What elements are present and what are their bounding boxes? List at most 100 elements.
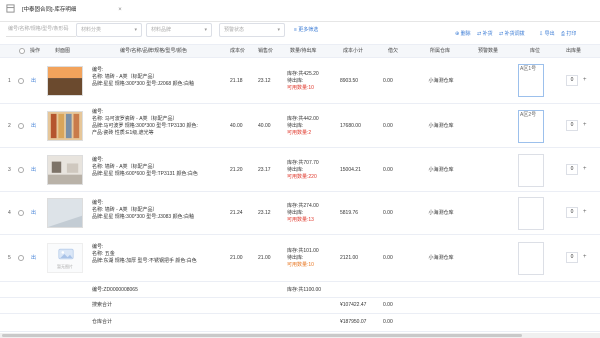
print-button[interactable]: ⎙ 打印 [561, 29, 576, 39]
location-input[interactable]: A区1号 [518, 64, 544, 97]
warning-select[interactable]: 预警状态 ▾ [219, 23, 285, 37]
warehouse-name: 小海测仓库 [428, 255, 454, 261]
row-action-link[interactable]: 出 [31, 167, 36, 174]
info-line: 编号: [92, 157, 104, 163]
image-icon [58, 248, 74, 260]
warehouse-set-button[interactable]: ⇄ 补货调拨 [499, 29, 525, 39]
sale-price: 23.12 [258, 210, 271, 216]
row-action-link[interactable]: 出 [31, 123, 36, 130]
plus-icon[interactable]: + [583, 254, 587, 261]
select-all-radio[interactable] [19, 48, 25, 54]
row-radio[interactable] [18, 255, 24, 261]
summary-loan: 0.00 [383, 319, 393, 325]
location-input[interactable] [518, 154, 544, 187]
plus-icon[interactable]: + [583, 209, 587, 216]
issue-qty-input[interactable]: 0 [566, 120, 578, 131]
tab-title[interactable]: [中泰固合同]-库存明细 [22, 6, 76, 15]
more-filters-button[interactable]: ≡ 更多筛选 [294, 23, 338, 37]
table-row[interactable]: 1 出 编号: 名称: 墙砖 - A类（标配产品） 品牌:星星 规格:300*3… [0, 58, 600, 104]
delete-button[interactable]: ⊕ 删除 [455, 29, 471, 39]
row-action-link[interactable]: 出 [31, 255, 36, 262]
scrollbar-thumb[interactable] [2, 334, 522, 337]
loan-value: 0.00 [383, 123, 393, 129]
plus-icon[interactable]: + [583, 77, 587, 84]
tab-bar: [中泰固合同]-库存明细 × [0, 0, 600, 22]
col-image: 封面图 [55, 48, 71, 54]
issue-qty-input[interactable]: 0 [566, 164, 578, 175]
home-icon[interactable] [6, 4, 15, 13]
issue-qty-input[interactable]: 0 [566, 252, 578, 263]
product-thumbnail [47, 66, 83, 96]
product-thumbnail [47, 198, 83, 228]
split-button[interactable]: ⇄ 补货 [477, 29, 493, 39]
row-action-link[interactable]: 出 [31, 78, 36, 85]
loan-value: 0.00 [383, 255, 393, 261]
horizontal-scrollbar[interactable] [0, 333, 600, 338]
chevron-down-icon: ▾ [134, 27, 137, 33]
issue-qty-input[interactable]: 0 [566, 207, 578, 218]
summary-cost-total: ¥187950.07 [340, 319, 367, 325]
col-warehouse: 所属仓库 [430, 48, 451, 54]
table-row[interactable]: 编号:ZD0000008065 库存:共1100.00 [0, 282, 600, 298]
plus-icon[interactable]: + [583, 166, 587, 173]
brand-select[interactable]: 材料品牌 ▾ [146, 23, 212, 37]
product-info: 编号:ZD0000008065 [92, 287, 230, 294]
stock-available: 可用数量:10 [287, 85, 314, 91]
summary-cost-total: ¥107422.47 [340, 302, 367, 308]
col-cost-total: 成本小计 [343, 48, 364, 54]
info-line: 名称: 墙砖 - A类（标配产品） [92, 74, 158, 80]
chevron-down-icon: ▾ [204, 27, 207, 33]
info-line: 品牌:星星 规格:600*600 型号:TP3131 颜色:白色 [92, 171, 198, 177]
inventory-page: [中泰固合同]-库存明细 × 编号/名称/规格/型号/条形码 材料分类 ▾ 材料… [0, 0, 600, 338]
info-line: 品牌:东湖 规格:加厚 型号:不锈钢把手 颜色:白色 [92, 258, 197, 264]
location-input[interactable]: A区2号 [518, 110, 544, 143]
row-radio[interactable] [18, 78, 24, 84]
stock-total: 库存:共707.70 [287, 160, 319, 166]
stock-available: 可用数量:10 [287, 262, 314, 268]
cost-total: 5819.76 [340, 210, 359, 216]
warehouse-set-label: 补货调拨 [504, 31, 525, 37]
close-icon[interactable]: × [115, 6, 125, 15]
col-op: 操作 [30, 48, 41, 54]
row-radio[interactable] [18, 123, 24, 129]
warehouse-name: 小海测仓库 [428, 210, 454, 216]
product-info: 编号: 名称: 马可波罗瓷砖 - A类（标配产品） 品牌:马可波罗 规格:300… [92, 109, 230, 137]
info-line: 编号: [92, 244, 104, 250]
loan-value: 0.00 [383, 78, 393, 84]
row-index: 1 [8, 78, 11, 84]
product-info: 编号: 名称: 墙砖 - A类（标配产品） 品牌:星星 规格:300*300 型… [92, 67, 230, 88]
col-cost: 成本价 [230, 48, 246, 54]
location-input[interactable] [518, 197, 544, 230]
issue-qty-input[interactable]: 0 [566, 75, 578, 86]
info-line: 编号: [92, 200, 104, 206]
row-action-link[interactable]: 出 [31, 210, 36, 217]
plus-icon[interactable]: + [583, 122, 587, 129]
cost-total: 17680.00 [340, 123, 361, 129]
export-button[interactable]: ⇩ 导出 [539, 29, 555, 39]
category-select[interactable]: 材料分类 ▾ [76, 23, 142, 37]
row-radio[interactable] [18, 167, 24, 173]
product-thumbnail [47, 111, 83, 141]
search-input[interactable]: 编号/名称/规格/型号/条形码 [6, 23, 76, 37]
table-row[interactable]: 3 出 编号: 名称: 墙砖 - A类（标配产品） 品牌:星星 规格:600*6… [0, 148, 600, 192]
stock-pending: 待出库: [287, 210, 304, 216]
search-total-row: 搜索合计 ¥107422.47 0.00 [0, 298, 600, 314]
col-stock: 数量/待出库 [290, 48, 317, 54]
sale-price: 40.00 [258, 123, 271, 129]
cost-total: 2121.00 [340, 255, 359, 261]
info-line: 编号: [92, 109, 104, 115]
location-input[interactable] [518, 242, 544, 275]
loan-value: 0.00 [383, 210, 393, 216]
sale-price: 23.17 [258, 167, 271, 173]
warehouse-name: 小海测仓库 [428, 123, 454, 129]
toolbar-actions: ⊕ 删除 ⇄ 补货 ⇄ 补货调拨 ⇩ 导出 ⎙ 打印 [455, 29, 600, 39]
row-radio[interactable] [18, 210, 24, 216]
no-image-label: 暂无图片 [57, 264, 73, 269]
cost-price: 40.00 [230, 123, 243, 129]
table-row[interactable]: 4 出 编号: 名称: 墙砖 - A类（标配产品） 品牌:星星 规格:300*3… [0, 192, 600, 235]
info-line: 编号:ZD0000008065 [92, 287, 138, 293]
sale-price: 21.00 [258, 255, 271, 261]
table-row[interactable]: 5 出 暂无图片 编号: 名称: 五金 品牌:东湖 规格:加厚 型号:不锈钢把手… [0, 235, 600, 282]
table-row[interactable]: 2 出 编号: 名称: 马可波罗瓷砖 - A类（标配产品） 品牌:马可波罗 规格… [0, 104, 600, 148]
row-index: 5 [8, 255, 11, 261]
